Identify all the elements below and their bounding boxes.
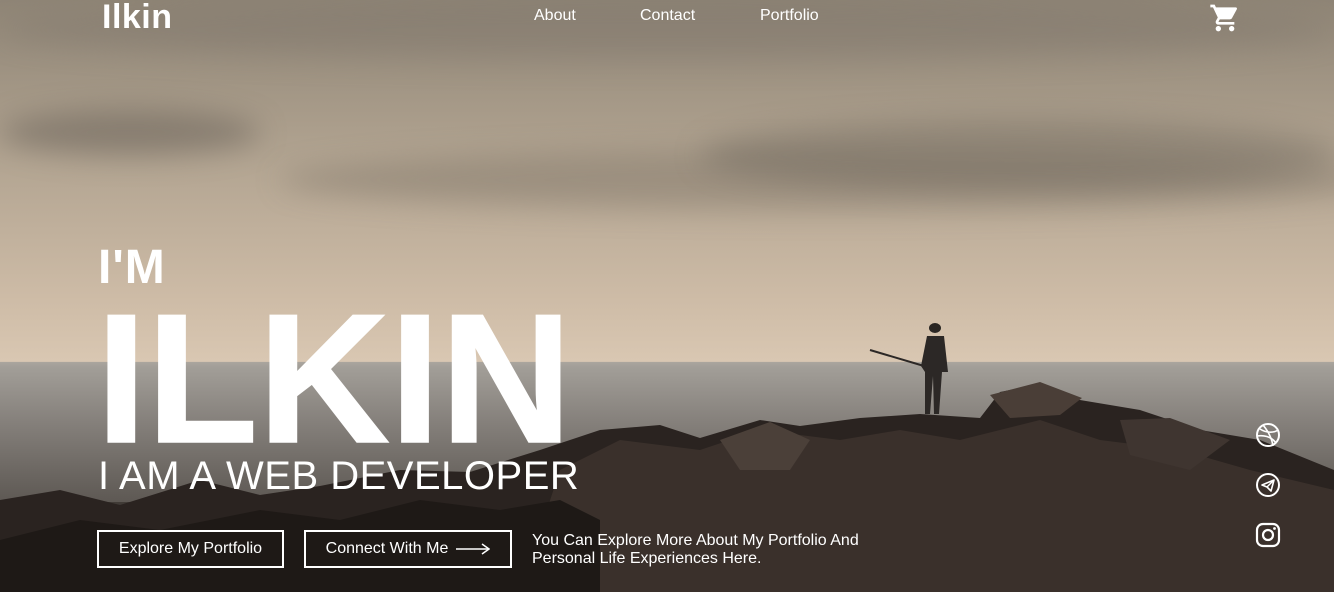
dribbble-icon[interactable] [1254, 421, 1282, 449]
role-text: I AM A WEB DEVELOPER [98, 454, 580, 498]
nav-portfolio[interactable]: Portfolio [760, 7, 819, 25]
connect-button[interactable]: Connect With Me [304, 530, 512, 568]
intro-text: I'M [98, 241, 166, 294]
explore-portfolio-button[interactable]: Explore My Portfolio [97, 530, 284, 568]
instagram-icon[interactable] [1254, 521, 1282, 549]
shopping-cart-icon[interactable] [1209, 2, 1241, 34]
hero-name: ILKIN [96, 300, 576, 446]
nav-contact[interactable]: Contact [640, 7, 695, 25]
explore-portfolio-label: Explore My Portfolio [118, 540, 263, 557]
name-outline-overlay [271, 300, 576, 446]
arrow-right-icon [456, 543, 491, 555]
telegram-icon[interactable] [1254, 471, 1282, 499]
hero-background [0, 0, 1334, 592]
rocks [0, 382, 1334, 592]
nav-about[interactable]: About [534, 7, 576, 25]
connect-label: Connect With Me [325, 540, 449, 557]
hero-description: You Can Explore More About My Portfolio … [532, 532, 859, 567]
site-logo[interactable]: Ilkin [102, 0, 173, 37]
